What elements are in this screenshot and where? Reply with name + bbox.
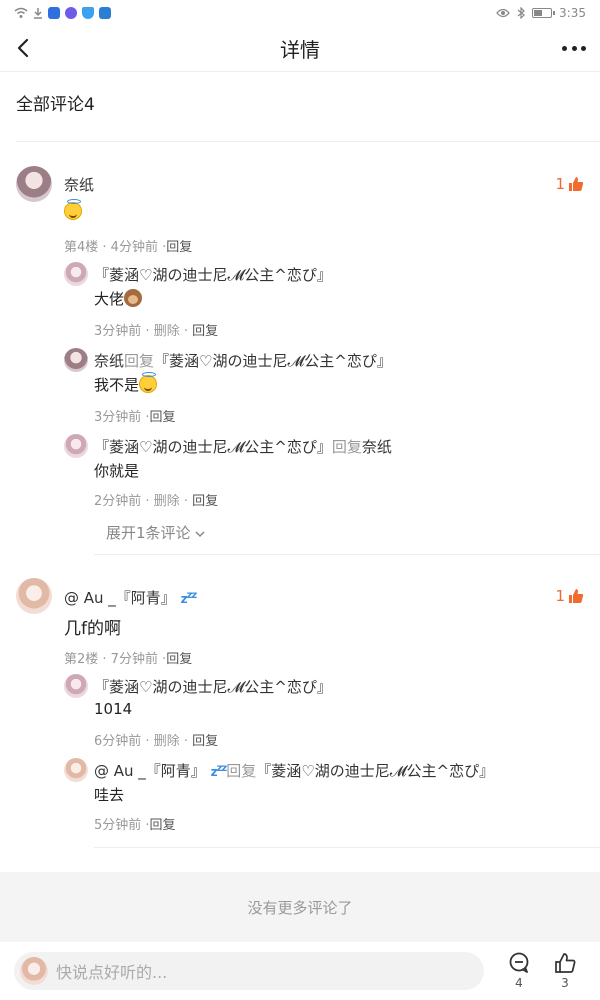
- comment-author[interactable]: 奈纸: [64, 174, 94, 195]
- more-options-icon[interactable]: [562, 40, 586, 56]
- reply-meta: 3分钟前 ·回复: [94, 410, 176, 425]
- reply-meta: 6分钟前 · 删除 · 回复: [94, 734, 219, 749]
- avatar[interactable]: [16, 166, 52, 202]
- delete-button[interactable]: 删除 ·: [154, 324, 188, 339]
- reply-meta: 2分钟前 · 删除 · 回复: [94, 494, 219, 509]
- angel-emoji-icon: [64, 199, 82, 220]
- reply-button[interactable]: 回复: [192, 494, 218, 509]
- monkey-emoji-icon: [124, 289, 143, 307]
- thumbs-up-icon: [569, 589, 584, 603]
- reply-author[interactable]: 『菱涵♡湖の迪士尼𝓜公主^恋ぴ』: [94, 264, 332, 285]
- sleep-emoji-icon: zzz: [180, 590, 198, 606]
- like-count: 3: [561, 976, 569, 990]
- delete-button[interactable]: 删除 ·: [154, 734, 188, 749]
- like-count: 1: [555, 587, 565, 605]
- comment-bubble-icon: [509, 952, 529, 973]
- reply-author[interactable]: 奈纸回复『菱涵♡湖の迪士尼𝓜公主^恋ぴ』: [94, 350, 392, 371]
- reply-text: 你就是: [94, 462, 140, 480]
- app-notification-icon: [48, 7, 60, 19]
- like-count: 1: [555, 175, 565, 193]
- thumbs-up-icon: [569, 177, 584, 191]
- comment-meta: 第4楼 · 4分钟前 ·回复: [64, 240, 193, 255]
- thumbs-up-icon: [555, 953, 576, 973]
- sleep-emoji-icon: zzz: [210, 763, 228, 779]
- reply-author[interactable]: 『菱涵♡湖の迪士尼𝓜公主^恋ぴ』回复奈纸: [94, 436, 392, 457]
- reply-button[interactable]: 回复: [192, 324, 218, 339]
- comment-author[interactable]: @ Au _『阿青』 zzz: [64, 587, 198, 608]
- bottom-bar: 快说点好听的... 4 3: [0, 942, 600, 1000]
- back-arrow-icon[interactable]: [14, 37, 34, 59]
- reply-text: 大佬: [94, 288, 143, 309]
- bluetooth-icon: [517, 7, 525, 19]
- wifi-icon: [14, 7, 28, 18]
- app-notification-icon: [65, 7, 77, 19]
- status-time: 3:35: [559, 6, 586, 20]
- reply-button[interactable]: 回复: [166, 240, 192, 255]
- comment-input[interactable]: 快说点好听的...: [14, 952, 484, 990]
- avatar[interactable]: [64, 434, 88, 458]
- avatar[interactable]: [64, 674, 88, 698]
- shield-icon: [82, 7, 94, 19]
- app-notification-icon: [99, 7, 111, 19]
- comment-text: [64, 199, 82, 222]
- reply-button[interactable]: 回复: [192, 734, 218, 749]
- status-bar: 3:35: [0, 0, 600, 26]
- reply-button[interactable]: 回复: [166, 652, 192, 667]
- no-more-comments: 没有更多评论了: [0, 872, 600, 942]
- reply-author[interactable]: @ Au _『阿青』 zzz回复『菱涵♡湖の迪士尼𝓜公主^恋ぴ』: [94, 760, 494, 781]
- chevron-down-icon: [195, 531, 205, 538]
- reply-meta: 3分钟前 · 删除 · 回复: [94, 324, 219, 339]
- divider: [16, 141, 600, 142]
- reply-button[interactable]: 回复: [150, 818, 176, 833]
- comment-count: 4: [515, 976, 523, 990]
- comment-input-placeholder: 快说点好听的...: [56, 963, 168, 982]
- angel-emoji-icon: [139, 372, 158, 393]
- comment-text: 几f的啊: [64, 619, 121, 639]
- comment-button[interactable]: 4: [504, 952, 534, 990]
- avatar[interactable]: [64, 758, 88, 782]
- avatar: [20, 957, 48, 985]
- comments-section-title: 全部评论4: [16, 95, 95, 115]
- reply-author[interactable]: 『菱涵♡湖の迪士尼𝓜公主^恋ぴ』: [94, 676, 332, 697]
- like-button[interactable]: 1: [555, 587, 584, 605]
- delete-button[interactable]: 删除 ·: [154, 494, 188, 509]
- divider: [94, 847, 600, 848]
- avatar[interactable]: [64, 262, 88, 286]
- comment-meta: 第2楼 · 7分钟前 ·回复: [64, 652, 193, 667]
- reply-meta: 5分钟前 ·回复: [94, 818, 176, 833]
- reply-text: 哇去: [94, 786, 125, 804]
- like-button[interactable]: 3: [550, 952, 580, 990]
- like-button[interactable]: 1: [555, 175, 584, 193]
- divider: [94, 554, 600, 555]
- reply-button[interactable]: 回复: [150, 410, 176, 425]
- avatar[interactable]: [16, 578, 52, 614]
- page-title: 详情: [280, 38, 320, 62]
- expand-replies-button[interactable]: 展开1条评论: [106, 522, 205, 543]
- nav-header: 详情: [0, 26, 600, 72]
- download-icon: [34, 8, 42, 19]
- battery-icon: [532, 8, 556, 18]
- reply-text: 我不是: [94, 372, 158, 395]
- reply-text: 1014: [94, 700, 133, 718]
- eye-icon: [496, 8, 510, 18]
- avatar[interactable]: [64, 348, 88, 372]
